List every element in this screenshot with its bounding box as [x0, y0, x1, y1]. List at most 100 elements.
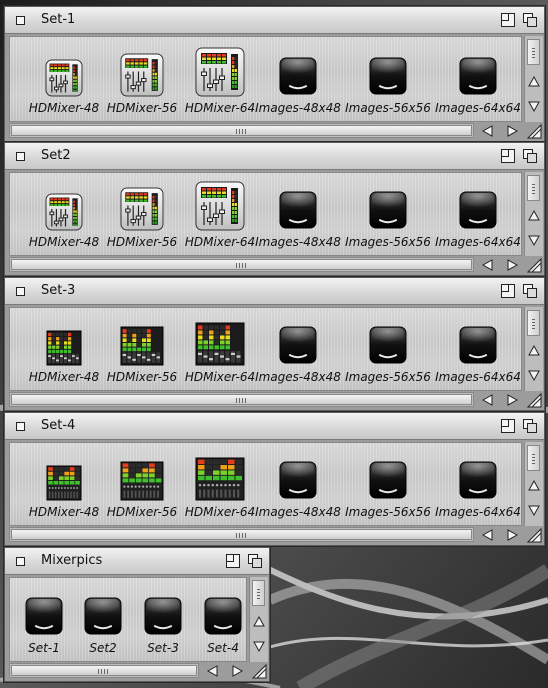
vertical-scrollbar[interactable] [249, 577, 268, 662]
icon-item[interactable]: Images-56x56 [343, 445, 433, 523]
vertical-scrollbar[interactable] [524, 36, 543, 122]
scroll-left-arrow[interactable] [480, 123, 496, 139]
icon-item[interactable]: Images-56x56 [343, 39, 433, 119]
icon-item[interactable]: Images-48x48 [253, 175, 343, 253]
zoom-button[interactable] [500, 12, 516, 28]
icon-item[interactable]: Images-56x56 [343, 310, 433, 388]
black-drive-icon [203, 597, 243, 641]
scroll-up-arrow[interactable] [526, 343, 542, 359]
zoom-button[interactable] [500, 283, 516, 299]
window-titlebar[interactable]: Set-4 [5, 413, 544, 440]
horizontal-scroll-knob[interactable] [11, 665, 197, 676]
icon-label: Images-64x64 [435, 101, 521, 115]
horizontal-scroll-knob[interactable] [11, 125, 472, 136]
vertical-scrollbar[interactable] [524, 307, 543, 391]
close-button[interactable] [16, 152, 25, 161]
scroll-right-arrow[interactable] [504, 527, 520, 543]
icon-area: HDMixer-48 HDMixer-56 HDMixer-64 Images-48x… [9, 172, 522, 256]
icon-item[interactable]: Images-64x64 [433, 39, 523, 119]
scroll-up-arrow[interactable] [526, 74, 542, 90]
window-titlebar[interactable]: Set-1 [5, 7, 544, 34]
scroll-left-arrow[interactable] [205, 663, 221, 679]
resize-gadget[interactable] [526, 392, 542, 408]
close-button[interactable] [16, 422, 25, 431]
scroll-up-arrow[interactable] [526, 478, 542, 494]
window-titlebar[interactable]: Set-3 [5, 278, 544, 305]
icon-item[interactable]: Images-48x48 [253, 310, 343, 388]
black-drive-icon [458, 57, 498, 101]
horizontal-scrollbar[interactable] [9, 392, 474, 407]
icon-item[interactable]: Images-48x48 [253, 39, 343, 119]
mixer-boxed-icon [120, 187, 164, 235]
vertical-scroll-knob[interactable] [252, 580, 265, 606]
vertical-scroll-knob[interactable] [527, 310, 540, 336]
mixer-meter-icon [195, 457, 245, 505]
window-title: Set-1 [41, 12, 76, 27]
vertical-scroll-knob[interactable] [527, 39, 540, 65]
vertical-scrollbar[interactable] [524, 172, 543, 256]
icon-item[interactable]: Images-48x48 [253, 445, 343, 523]
depth-button[interactable] [522, 283, 538, 299]
depth-button[interactable] [522, 148, 538, 164]
vertical-scroll-knob[interactable] [527, 445, 540, 471]
mixer-console-icon [195, 322, 245, 370]
resize-gadget[interactable] [251, 663, 267, 679]
depth-button[interactable] [522, 12, 538, 28]
scroll-left-arrow[interactable] [480, 257, 496, 273]
resize-gadget[interactable] [526, 527, 542, 543]
scroll-down-arrow[interactable] [526, 367, 542, 383]
resize-gadget[interactable] [526, 123, 542, 139]
icon-item[interactable]: Images-64x64 [433, 445, 523, 523]
depth-button[interactable] [522, 418, 538, 434]
horizontal-scroll-knob[interactable] [11, 529, 472, 540]
icon-item[interactable]: Images-56x56 [343, 175, 433, 253]
scroll-down-arrow[interactable] [526, 98, 542, 114]
scroll-down-arrow[interactable] [251, 638, 267, 654]
scroll-down-arrow[interactable] [526, 502, 542, 518]
horizontal-scrollbar[interactable] [9, 527, 474, 542]
horizontal-scrollbar[interactable] [9, 663, 199, 678]
icon-area: Set-1 Set2 Set-3 Set-4 [9, 577, 247, 662]
scroll-down-arrow[interactable] [526, 232, 542, 248]
scroll-right-arrow[interactable] [229, 663, 245, 679]
zoom-button[interactable] [225, 553, 241, 569]
icon-area: HDMixer-48 HDMixer-56 HDMixer-64 Images-48x… [9, 307, 522, 391]
close-button[interactable] [16, 287, 25, 296]
window-mixerpics: Mixerpics Set-1 Set2 Set-3 Set-4 [4, 547, 270, 682]
horizontal-scrollbar[interactable] [9, 257, 474, 272]
vertical-scroll-knob[interactable] [527, 175, 540, 201]
vertical-scrollbar[interactable] [524, 442, 543, 526]
close-button[interactable] [16, 557, 25, 566]
zoom-button[interactable] [500, 148, 516, 164]
icon-label: Images-64x64 [435, 505, 521, 519]
mixer-meter-icon [120, 461, 164, 505]
scroll-left-arrow[interactable] [480, 392, 496, 408]
close-button[interactable] [16, 16, 25, 25]
resize-gadget[interactable] [526, 257, 542, 273]
zoom-button[interactable] [500, 418, 516, 434]
scroll-right-arrow[interactable] [504, 392, 520, 408]
black-drive-icon [458, 461, 498, 505]
window-set2: Set2 HDMixer-48 HDMixer-56 HDMixer-64 Images… [4, 142, 545, 276]
black-drive-icon [368, 461, 408, 505]
black-drive-icon [368, 326, 408, 370]
scroll-right-arrow[interactable] [504, 257, 520, 273]
mixer-boxed-icon [195, 47, 245, 101]
scroll-left-arrow[interactable] [480, 527, 496, 543]
window-titlebar[interactable]: Mixerpics [5, 548, 269, 575]
horizontal-scrollbar[interactable] [9, 123, 474, 138]
window-titlebar[interactable]: Set2 [5, 143, 544, 170]
mixer-boxed-icon [120, 53, 164, 101]
horizontal-scroll-knob[interactable] [11, 259, 472, 270]
window-title: Set-4 [41, 418, 76, 433]
mixer-console-icon [120, 326, 164, 370]
horizontal-scroll-knob[interactable] [11, 394, 472, 405]
icon-item[interactable]: Images-64x64 [433, 310, 523, 388]
depth-button[interactable] [247, 553, 263, 569]
mixer-boxed-icon [195, 181, 245, 235]
scroll-right-arrow[interactable] [504, 123, 520, 139]
icon-item[interactable]: Images-64x64 [433, 175, 523, 253]
scroll-up-arrow[interactable] [251, 614, 267, 630]
scroll-up-arrow[interactable] [526, 208, 542, 224]
window-set-3: Set-3 HDMixer-48 HDMixer-56 HDMixer-64 Image… [4, 277, 545, 411]
